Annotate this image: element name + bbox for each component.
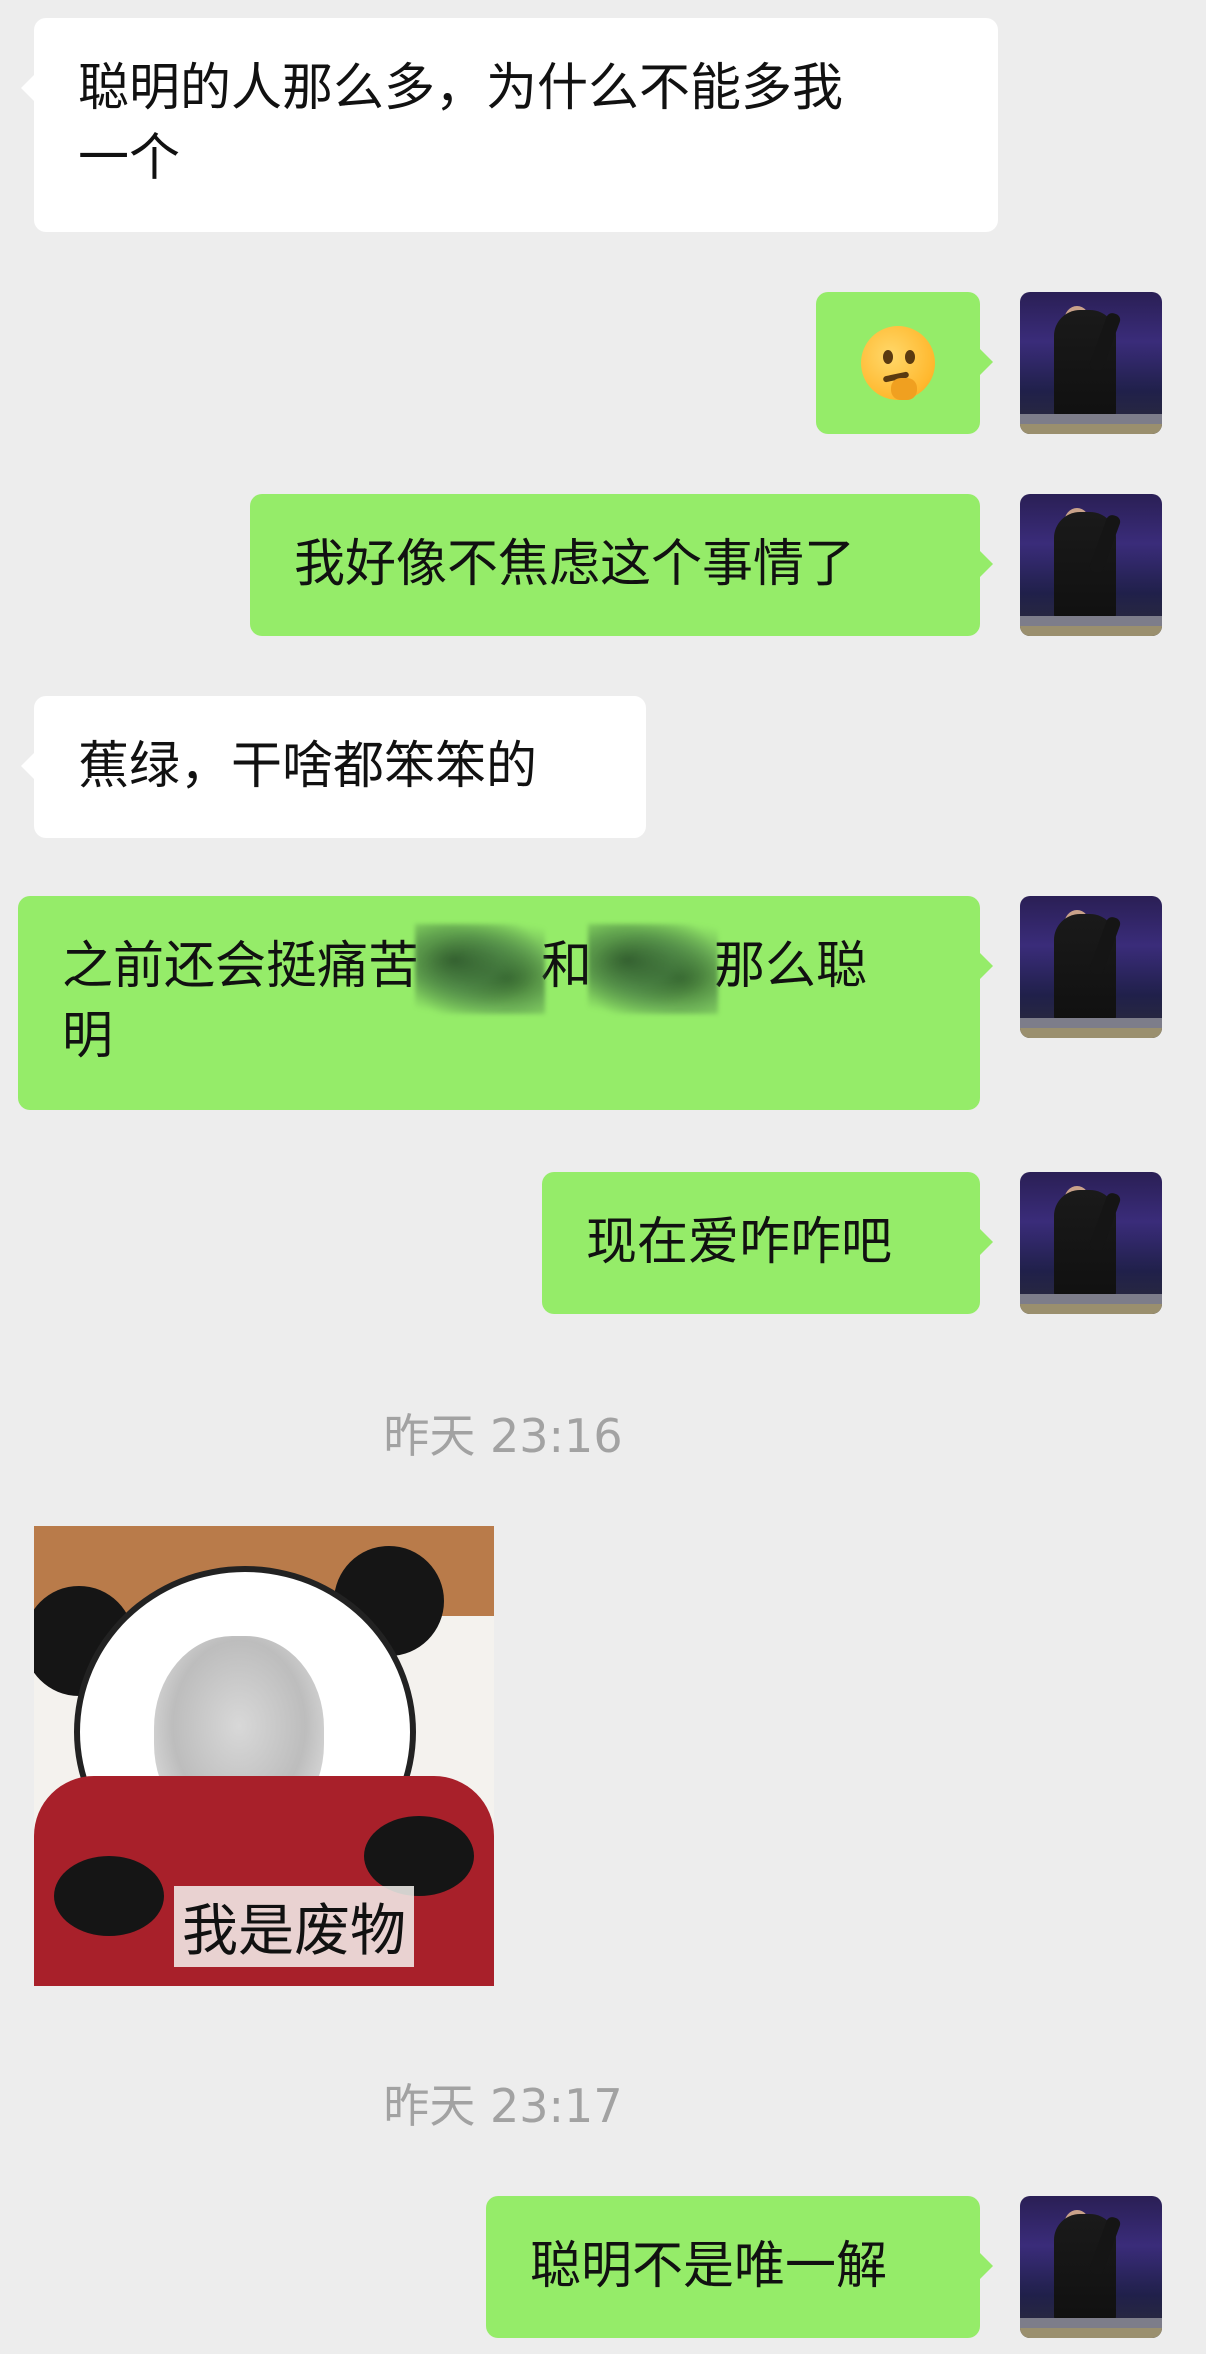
message-bubble-outgoing[interactable]: 我好像不焦虑这个事情了	[250, 494, 993, 636]
message-text-segment: 之前还会挺痛苦	[62, 937, 420, 996]
thinking-face-emoji-icon	[861, 326, 935, 400]
message-bubble-outgoing[interactable]: 之前还会挺痛苦和那么聪 明	[18, 896, 993, 1110]
panda-paw	[364, 1816, 474, 1896]
redacted-blur	[588, 924, 719, 1014]
timestamp: 昨天 23:17	[383, 2079, 623, 2133]
timestamp: 昨天 23:16	[383, 1409, 623, 1463]
message-text-line: 聪明的人那么多，为什么不能多我	[78, 59, 844, 118]
message-text-segment: 那么聪	[714, 937, 868, 996]
message-bubble-incoming[interactable]: 聪明的人那么多，为什么不能多我 一个	[21, 18, 998, 232]
avatar[interactable]	[1020, 292, 1162, 434]
sticker-image[interactable]: 我是废物	[34, 1526, 494, 1986]
panda-paw	[54, 1856, 164, 1936]
avatar[interactable]	[1020, 1172, 1162, 1314]
message-text-line: 现在爱咋咋吧	[586, 1213, 893, 1272]
message-text-segment: 和	[541, 937, 593, 996]
message-text-line: 蕉绿，干啥都笨笨的	[78, 737, 538, 796]
sticker-caption: 我是废物	[174, 1886, 414, 1967]
message-text-line: 一个	[78, 129, 181, 188]
message-bubble-outgoing[interactable]: 聪明不是唯一解	[486, 2196, 993, 2338]
message-text-line: 聪明不是唯一解	[530, 2237, 888, 2296]
message-text-line: 我好像不焦虑这个事情了	[294, 535, 856, 594]
message-bubble-outgoing[interactable]: 现在爱咋咋吧	[542, 1172, 993, 1314]
avatar[interactable]	[1020, 494, 1162, 636]
chat-view: 聪明的人那么多，为什么不能多我 一个 我好像不焦虑这个事情了 蕉绿，干啥都笨笨的…	[0, 0, 1206, 2354]
message-bubble-outgoing[interactable]	[816, 292, 993, 434]
message-bubble-incoming[interactable]: 蕉绿，干啥都笨笨的	[21, 696, 646, 838]
avatar[interactable]	[1020, 2196, 1162, 2338]
redacted-blur	[415, 924, 546, 1014]
message-text-line: 之前还会挺痛苦 和 那么聪	[62, 924, 936, 1014]
avatar[interactable]	[1020, 896, 1162, 1038]
